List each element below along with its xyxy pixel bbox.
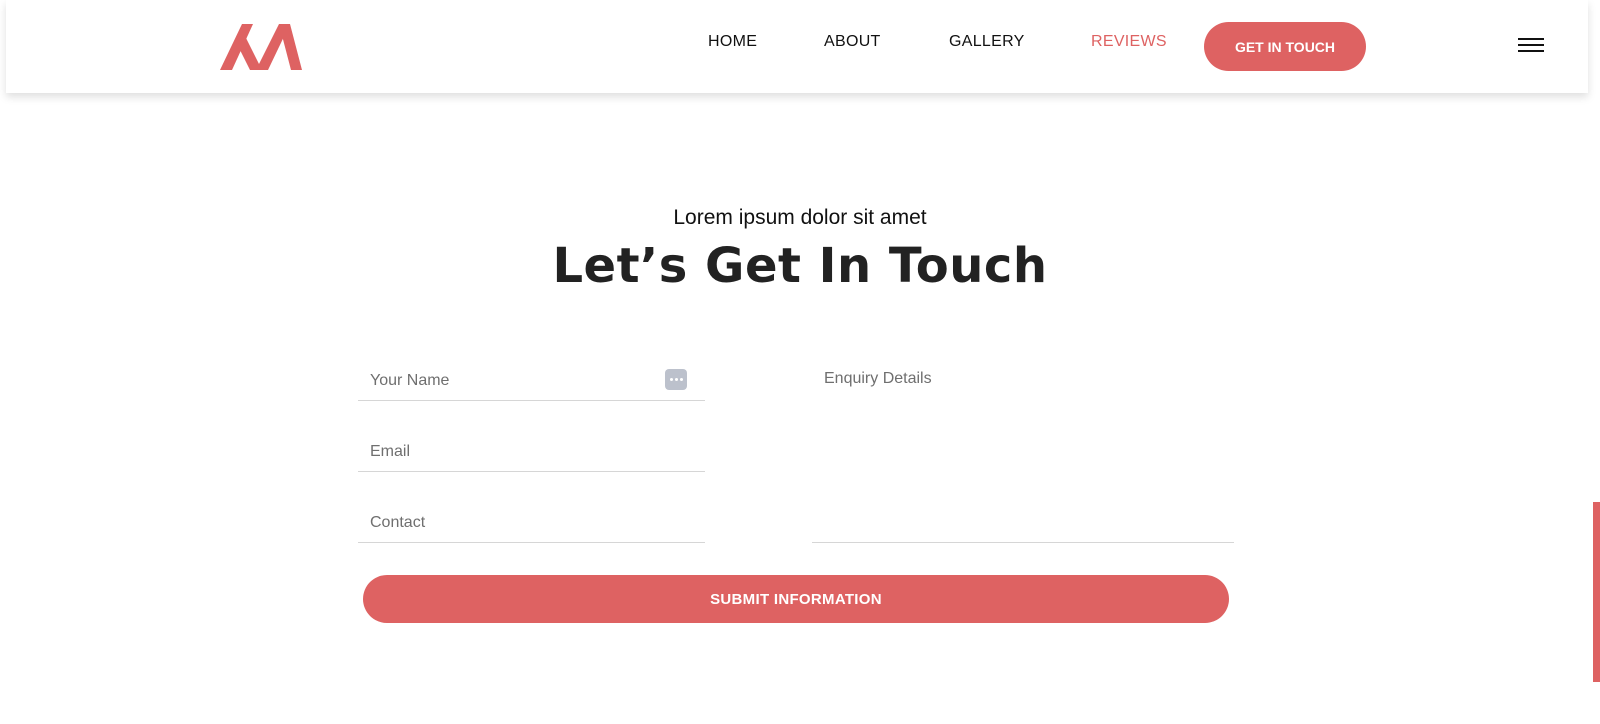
dot — [669, 378, 673, 381]
nav-home[interactable]: HOME — [708, 33, 757, 51]
site-header: HOME ABOUT GALLERY REVIEWS GET IN TOUCH — [6, 0, 1588, 93]
autofill-dots-icon[interactable] — [665, 369, 687, 390]
get-in-touch-button[interactable]: GET IN TOUCH — [1204, 22, 1366, 71]
menu-line — [1518, 50, 1544, 52]
section-title: Let’s Get In Touch — [552, 238, 1048, 294]
submit-information-button[interactable]: SUBMIT INFORMATION — [363, 575, 1229, 623]
section-subtitle: Lorem ipsum dolor sit amet — [673, 206, 927, 229]
menu-line — [1518, 38, 1544, 40]
side-scroll-indicator[interactable] — [1593, 502, 1600, 682]
dot — [674, 378, 678, 381]
nav-gallery[interactable]: GALLERY — [949, 33, 1025, 51]
hamburger-menu-icon[interactable] — [1518, 38, 1544, 56]
dot — [679, 378, 683, 381]
enquiry-field-wrapper — [812, 365, 1234, 543]
nav-about[interactable]: ABOUT — [824, 33, 881, 51]
email-input[interactable] — [358, 424, 705, 471]
menu-line — [1518, 44, 1544, 46]
name-input[interactable] — [358, 353, 705, 400]
contact-input[interactable] — [358, 495, 705, 542]
enquiry-details-textarea[interactable] — [812, 365, 1234, 542]
name-field-wrapper — [358, 353, 705, 401]
email-field-wrapper — [358, 424, 705, 472]
nav-reviews[interactable]: REVIEWS — [1091, 33, 1167, 51]
logo-m-icon[interactable] — [220, 20, 302, 74]
contact-field-wrapper — [358, 495, 705, 543]
